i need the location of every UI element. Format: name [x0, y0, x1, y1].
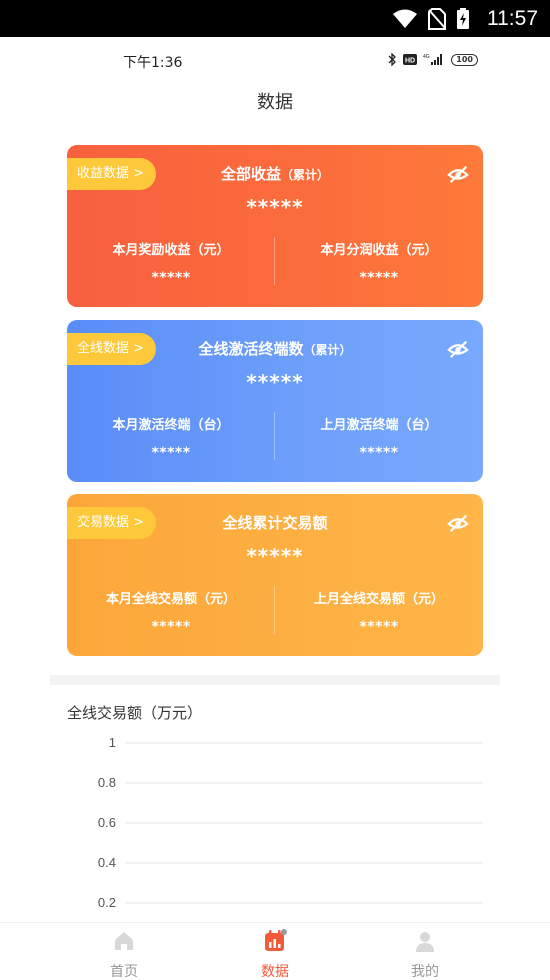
- card-title-sub: （累计）: [281, 168, 330, 182]
- hide-eye-icon[interactable]: [447, 163, 469, 185]
- wifi-icon: [393, 9, 417, 28]
- hide-eye-icon[interactable]: [447, 338, 469, 360]
- tab-label: 我的: [411, 964, 439, 980]
- system-status-bar: 11:57: [0, 0, 550, 37]
- y-tick-label: 1: [109, 735, 116, 750]
- bottom-tab-bar: 首页 数据 我的: [0, 922, 550, 980]
- left-stat: 本月奖励收益（元） *****: [67, 239, 275, 286]
- chart-svg: 1 0.8 0.6 0.4 0.2: [98, 735, 483, 910]
- card-title: 全线激活终端数（累计）: [67, 338, 483, 359]
- card-title-sub: （累计）: [303, 343, 352, 357]
- tab-label: 首页: [110, 964, 138, 980]
- transactions-card: 交易数据 > 全线累计交易额 ***** 本月全线交易额（元） ***** 上月…: [67, 494, 483, 656]
- right-stat-label: 上月全线交易额（元）: [313, 592, 444, 607]
- total-value: *****: [246, 544, 304, 568]
- left-stat: 本月激活终端（台） *****: [67, 414, 275, 461]
- signal-4g-icon: 4G: [423, 54, 443, 65]
- total-value: *****: [246, 370, 304, 394]
- card-title: 全部收益（累计）: [67, 163, 483, 184]
- y-tick-label: 0.4: [98, 855, 116, 870]
- y-tick-label: 0.6: [98, 815, 116, 830]
- section-separator: [50, 675, 500, 685]
- hd-icon: HD: [403, 54, 418, 65]
- hide-eye-icon[interactable]: [447, 512, 469, 534]
- terminals-card: 全线数据 > 全线激活终端数（累计） ***** 本月激活终端（台） *****…: [67, 320, 483, 482]
- system-clock: 11:57: [487, 7, 538, 30]
- tab-home[interactable]: 首页: [84, 929, 164, 980]
- inner-status-icons: HD 4G 100: [387, 53, 478, 66]
- right-stat: 本月分润收益（元） *****: [275, 239, 483, 286]
- right-stat: 上月激活终端（台） *****: [275, 414, 483, 461]
- tab-data[interactable]: 数据: [235, 929, 315, 980]
- inner-status-bar: 下午1:36 HD 4G 100: [0, 37, 550, 85]
- data-calendar-icon: [265, 929, 287, 951]
- left-stat: 本月全线交易额（元） *****: [67, 588, 275, 635]
- system-icons: [392, 8, 470, 30]
- home-icon: [115, 932, 133, 950]
- earnings-card: 收益数据 > 全部收益（累计） ***** 本月奖励收益（元） ***** 本月…: [67, 145, 483, 307]
- y-tick-label: 0.2: [98, 895, 116, 910]
- right-stat-label: 上月激活终端（台）: [320, 418, 438, 433]
- card-title-main: 全部收益: [220, 165, 281, 183]
- left-stat-label: 本月奖励收益（元）: [112, 243, 230, 258]
- left-stat-value: *****: [151, 619, 191, 635]
- right-stat: 上月全线交易额（元） *****: [275, 588, 483, 635]
- transaction-chart: 1 0.8 0.6 0.4 0.2: [0, 725, 550, 925]
- chart-title: 全线交易额（万元）: [67, 704, 203, 722]
- svg-text:4G: 4G: [423, 54, 430, 60]
- tab-mine[interactable]: 我的: [385, 929, 465, 980]
- battery-charging-icon: [457, 8, 469, 29]
- bluetooth-icon: [388, 53, 397, 66]
- card-title-main: 全线激活终端数: [198, 340, 304, 358]
- left-stat-label: 本月全线交易额（元）: [105, 592, 236, 607]
- y-tick-label: 0.8: [98, 775, 116, 790]
- total-value: *****: [246, 195, 304, 219]
- right-stat-label: 本月分润收益（元）: [320, 243, 438, 258]
- right-stat-value: *****: [359, 619, 399, 635]
- user-icon: [416, 932, 434, 952]
- battery-indicator: 100: [451, 53, 478, 66]
- page-title: 数据: [257, 92, 293, 113]
- right-stat-value: *****: [359, 270, 399, 286]
- left-stat-value: *****: [151, 270, 191, 286]
- card-title-main: 全线累计交易额: [222, 514, 328, 532]
- left-stat-label: 本月激活终端（台）: [112, 418, 230, 433]
- svg-text:HD: HD: [405, 58, 415, 65]
- left-stat-value: *****: [151, 445, 191, 461]
- inner-clock: 下午1:36: [123, 55, 183, 71]
- card-title: 全线累计交易额: [67, 512, 483, 533]
- no-sim-icon: [428, 8, 446, 30]
- tab-label: 数据: [261, 964, 289, 980]
- right-stat-value: *****: [359, 445, 399, 461]
